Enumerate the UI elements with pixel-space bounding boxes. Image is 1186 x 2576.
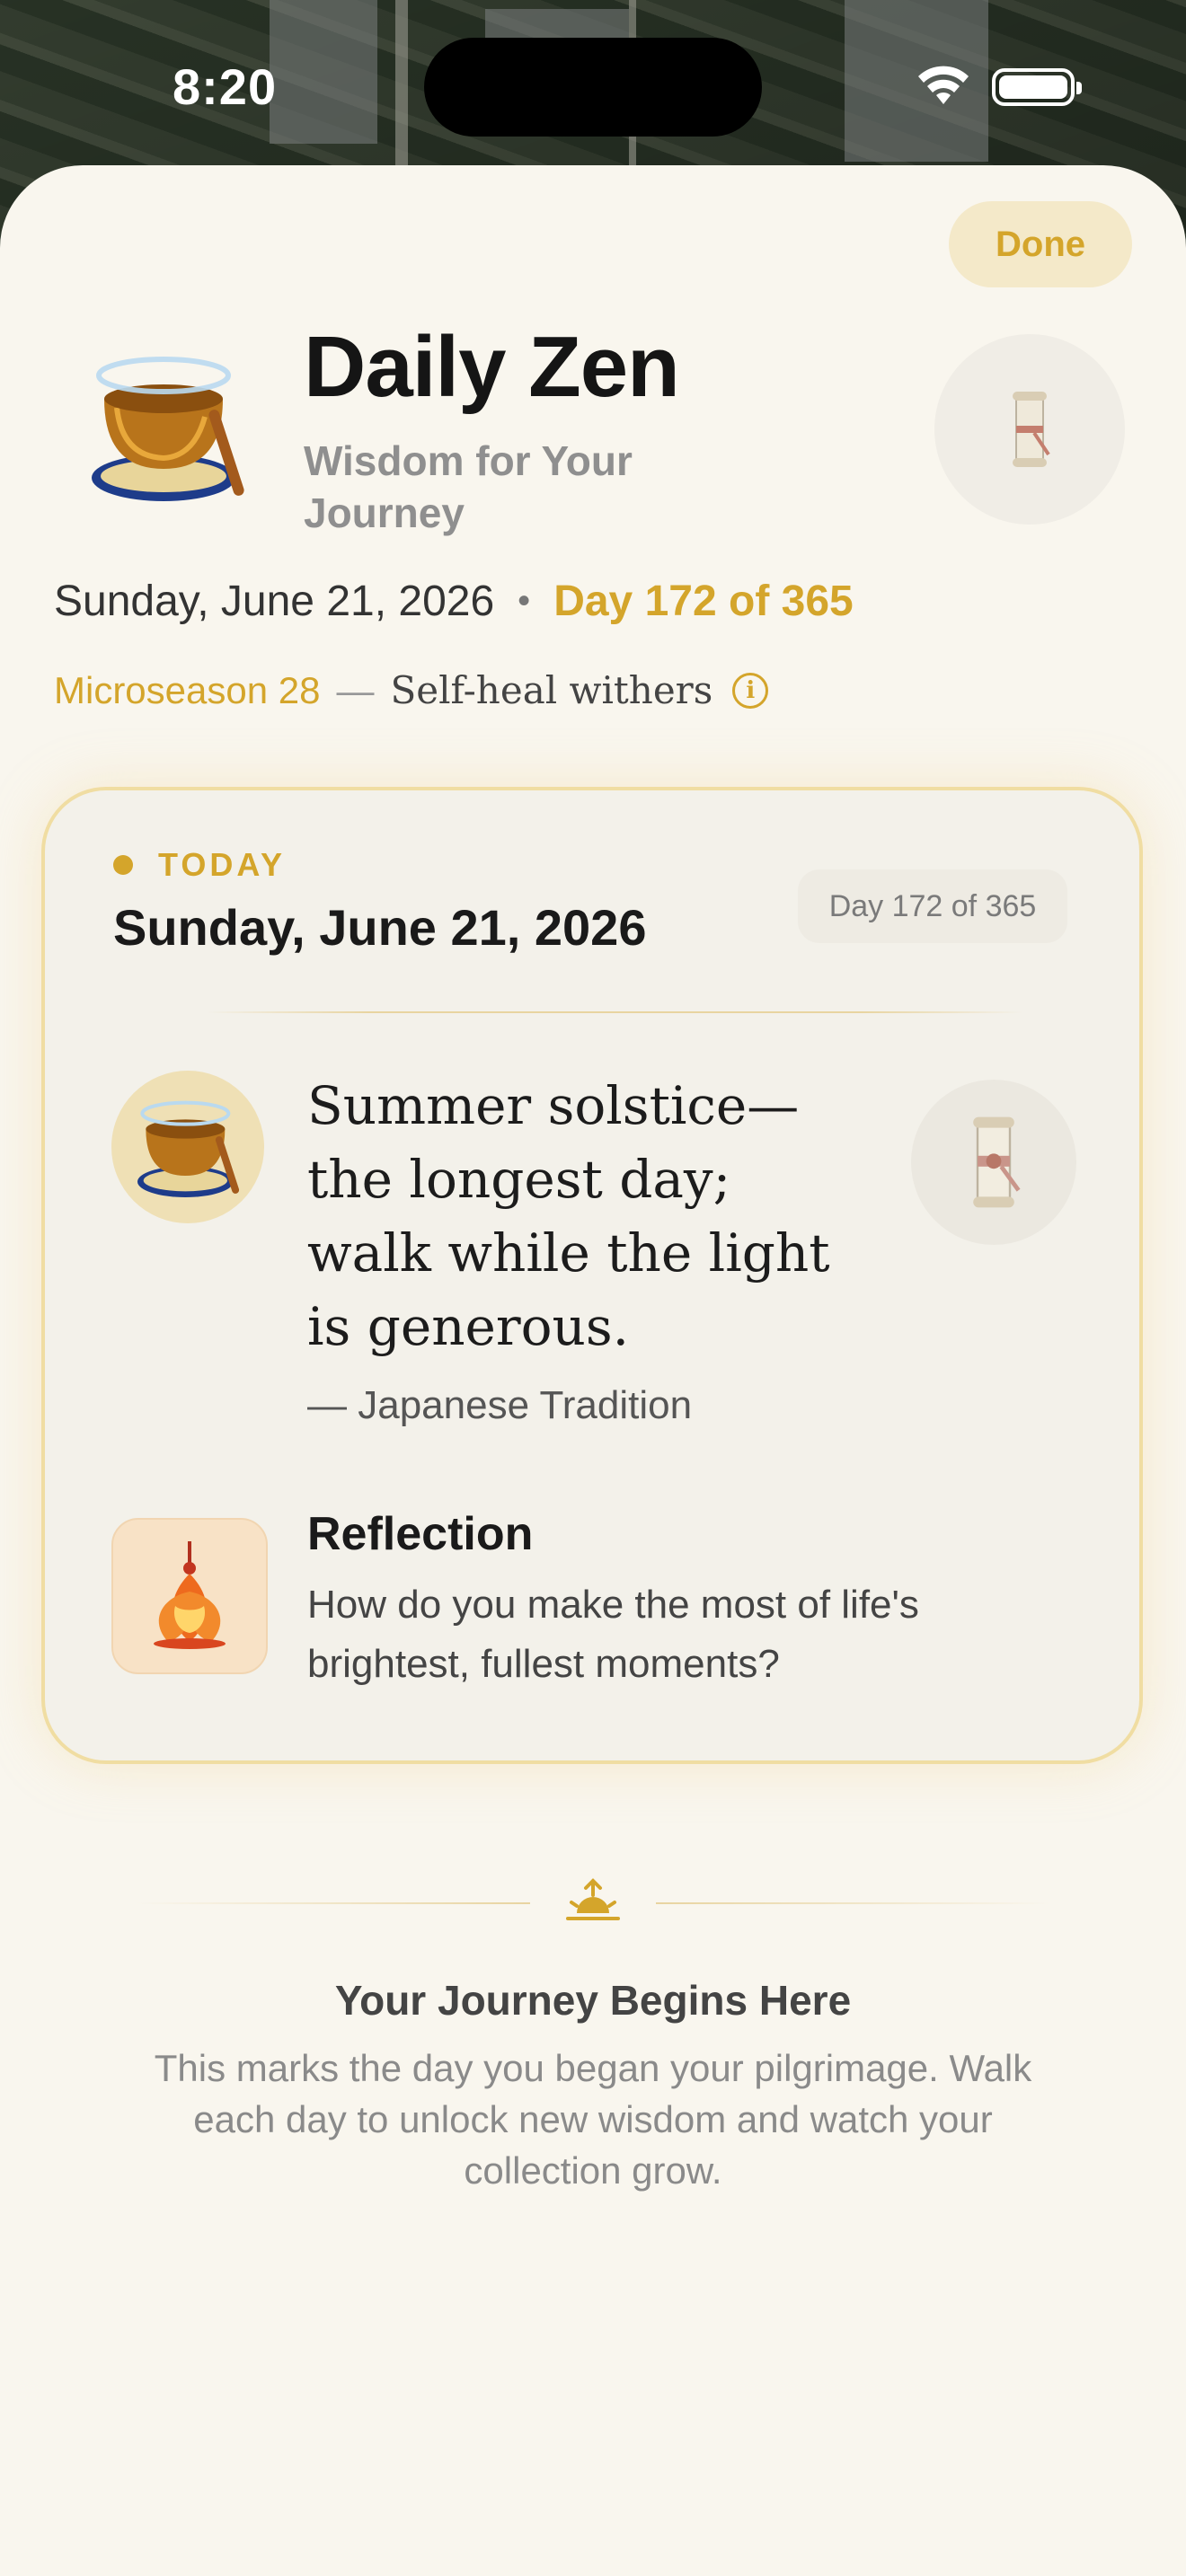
singing-bowl-icon bbox=[137, 1100, 240, 1197]
today-indicator: TODAY bbox=[113, 846, 286, 884]
app-subtitle: Wisdom for Your Journey bbox=[304, 437, 633, 536]
wifi-icon bbox=[918, 66, 969, 104]
reflection-text: How do you make the most of life's brigh… bbox=[307, 1583, 919, 1686]
info-icon[interactable]: i bbox=[732, 672, 769, 709]
microseason-name: Self-heal withers bbox=[390, 668, 713, 712]
today-card: TODAY Sunday, June 21, 2026 Day 172 of 3… bbox=[41, 787, 1143, 1764]
battery-icon bbox=[992, 68, 1082, 106]
reflection-title: Reflection bbox=[307, 1508, 534, 1560]
separator-dash: — bbox=[336, 668, 375, 711]
scroll-icon bbox=[973, 1116, 1021, 1208]
quote-scroll-badge[interactable] bbox=[911, 1080, 1076, 1245]
journey-title: Your Journey Begins Here bbox=[334, 1977, 852, 2024]
today-label: TODAY bbox=[158, 846, 287, 883]
sunrise-icon bbox=[566, 1878, 620, 1920]
daily-zen-sheet: Done Daily Zen Wisdom for Your Journey S… bbox=[0, 165, 1186, 2576]
collection-scroll-button[interactable] bbox=[934, 334, 1125, 525]
separator-dot: • bbox=[518, 581, 531, 621]
status-bar: 8:20 bbox=[0, 0, 1186, 162]
day-badge: Day 172 of 365 bbox=[798, 869, 1067, 943]
reflection-badge bbox=[111, 1518, 268, 1674]
quote-attribution: — Japanese Tradition bbox=[307, 1383, 693, 1427]
app-title: Daily Zen bbox=[304, 319, 680, 415]
status-time: 8:20 bbox=[173, 58, 278, 115]
today-dot bbox=[113, 855, 133, 875]
quote-bowl-badge bbox=[111, 1071, 264, 1223]
header-date-line: Sunday, June 21, 2026 • Day 172 of 365 bbox=[54, 577, 854, 626]
microseason-row[interactable]: Microseason 28 — Self-heal withers i bbox=[54, 668, 769, 712]
journey-text: This marks the day you began your pilgri… bbox=[154, 2047, 1032, 2192]
card-divider bbox=[207, 1011, 1022, 1013]
card-date: Sunday, June 21, 2026 bbox=[113, 899, 647, 956]
singing-bowl-icon bbox=[92, 357, 244, 501]
scroll-icon bbox=[1013, 392, 1050, 467]
microseason-label: Microseason 28 bbox=[54, 668, 321, 711]
quote-text: Summer solstice— the longest day; walk w… bbox=[307, 1075, 830, 1357]
lotus-lantern-icon bbox=[154, 1541, 226, 1649]
header-day-progress: Day 172 of 365 bbox=[553, 578, 854, 625]
header-date: Sunday, June 21, 2026 bbox=[54, 578, 495, 625]
dynamic-island bbox=[424, 38, 762, 137]
done-button[interactable]: Done bbox=[949, 201, 1132, 287]
